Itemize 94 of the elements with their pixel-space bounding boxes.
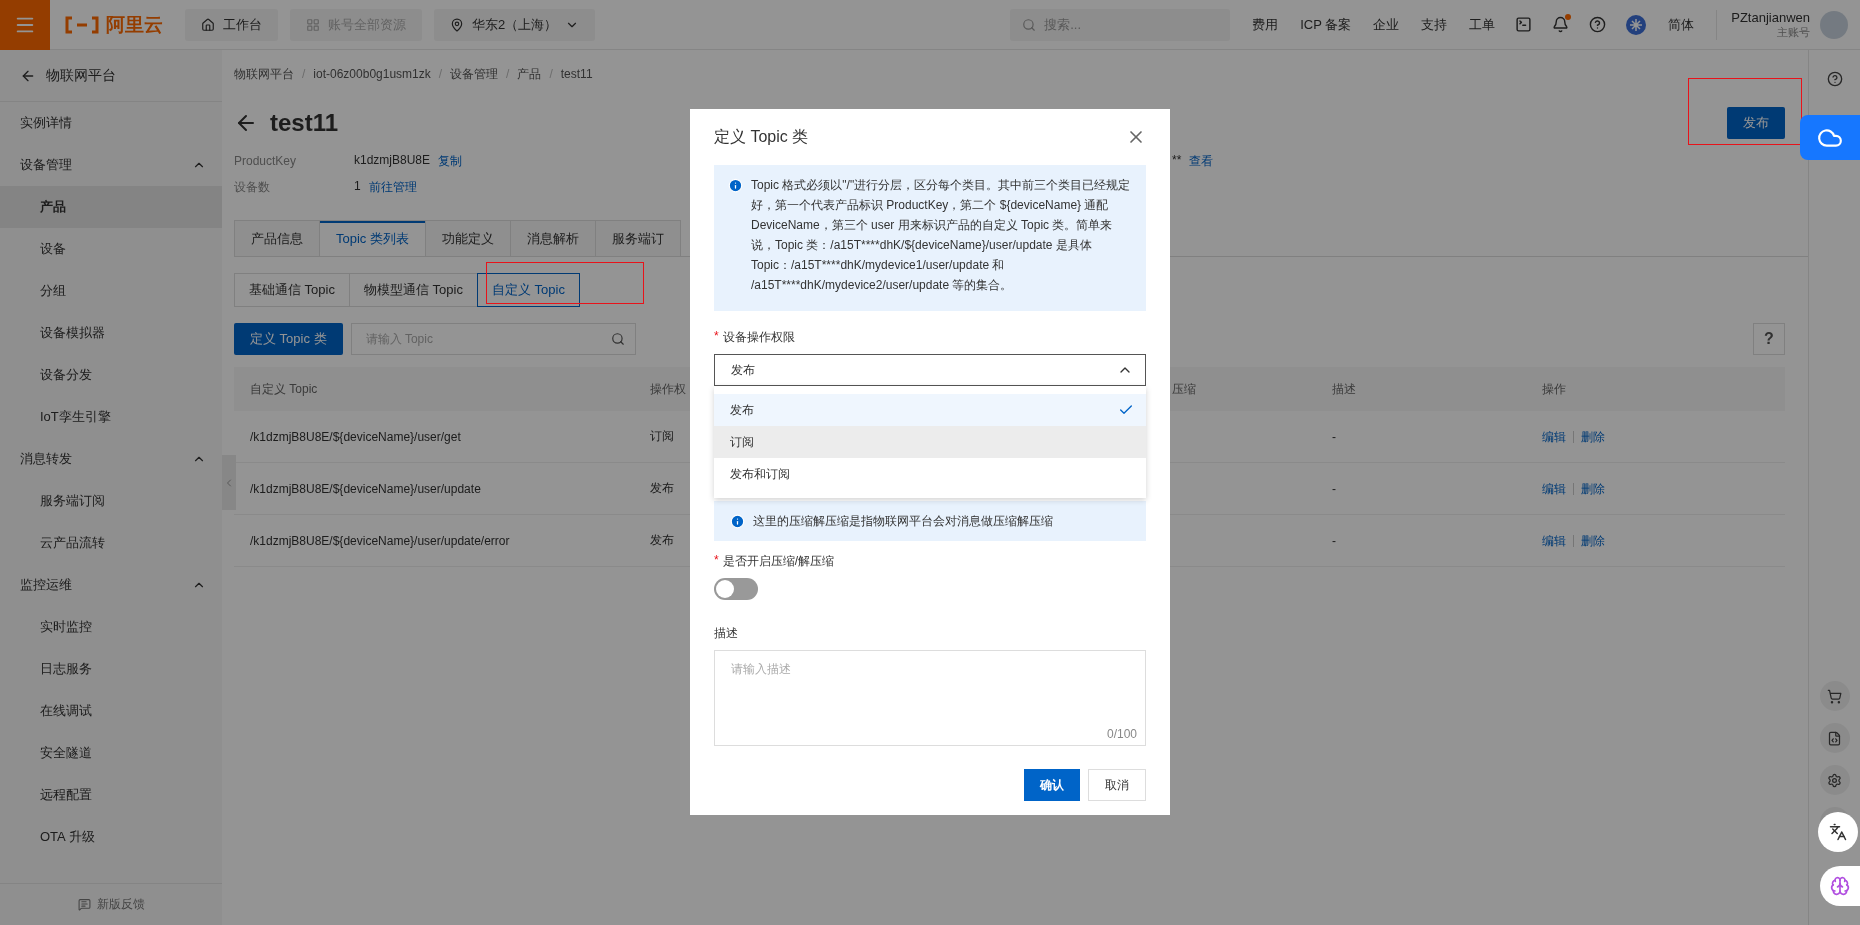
info-label: ProductKey	[234, 154, 298, 168]
sidebar-group[interactable]: 设备管理	[0, 144, 222, 186]
secret-value: **	[1172, 152, 1182, 169]
table-cell: -	[1332, 481, 1336, 496]
table-cell: /k1dzmjB8U8E/${deviceName}/user/update	[250, 481, 481, 496]
info-value: k1dzmjB8U8E	[354, 152, 431, 169]
sidebar-item[interactable]: IoT孪生引擎	[0, 396, 222, 438]
sidebar-item[interactable]: 实例详情	[0, 102, 222, 144]
sidebar-item[interactable]: 实时监控	[0, 606, 222, 648]
action-link[interactable]: 编辑	[1542, 482, 1573, 495]
info-value: 1	[354, 178, 361, 195]
sidebar-item[interactable]: 日志服务	[0, 648, 222, 690]
top-link[interactable]: 工单	[1469, 15, 1496, 34]
top-link[interactable]: ICP 备案	[1300, 15, 1352, 34]
table-cell: 订阅	[650, 428, 674, 445]
column-header: 操作	[1542, 380, 1566, 398]
workbench-button[interactable]: 工作台	[185, 8, 278, 41]
breadcrumb-separator: /	[302, 67, 306, 81]
sidebar-item[interactable]: 服务端订阅	[0, 480, 222, 522]
sidebar-item[interactable]: 远程配置	[0, 774, 222, 816]
sub-tab[interactable]: 物模型通信 Topic	[348, 273, 478, 307]
field-label: 描述	[714, 625, 738, 642]
dropdown-option[interactable]: 发布和订阅	[714, 458, 1146, 490]
breadcrumb-link[interactable]: test11	[560, 67, 593, 81]
column-header: 自定义 Topic	[250, 380, 318, 398]
tab[interactable]: 消息解析	[509, 220, 596, 256]
tab[interactable]: 功能定义	[424, 220, 511, 256]
confirm-button[interactable]: 确认	[1024, 769, 1080, 801]
info-label: 设备数	[234, 178, 271, 196]
info-link[interactable]: 复制	[438, 152, 463, 170]
table-cell: 发布	[650, 480, 674, 497]
column-header: 压缩	[1172, 380, 1196, 398]
top-link[interactable]: 支持	[1421, 15, 1448, 34]
column-header: 描述	[1332, 380, 1356, 398]
user-name[interactable]: PZtanjianwen	[1731, 9, 1810, 25]
sidebar-group[interactable]: 监控运维	[0, 564, 222, 606]
info-link[interactable]: 前往管理	[368, 178, 417, 196]
define-topic-button[interactable]: 定义 Topic 类	[234, 323, 343, 355]
dialog-title: 定义 Topic 类	[714, 126, 809, 147]
breadcrumb-separator: /	[506, 67, 510, 81]
breadcrumb-link[interactable]: 设备管理	[450, 65, 499, 83]
breadcrumb-separator: /	[438, 67, 443, 81]
sidebar-item[interactable]: 安全隧道	[0, 732, 222, 774]
back-link[interactable]: 物联网平台	[0, 50, 222, 102]
table-cell: -	[1332, 533, 1336, 548]
sidebar-item[interactable]: 设备分发	[0, 354, 222, 396]
column-header: 操作权	[650, 380, 686, 398]
language-link[interactable]: 简体	[1668, 15, 1695, 34]
breadcrumb-separator: /	[549, 67, 553, 81]
sidebar-item[interactable]: 产品	[0, 186, 222, 228]
action-link[interactable]: 删除	[1573, 534, 1612, 547]
tab[interactable]: 产品信息	[234, 220, 320, 256]
field-label: 是否开启压缩/解压缩	[722, 553, 834, 570]
sidebar-item[interactable]: 分组	[0, 270, 222, 312]
alert-text: 这里的压缩解压缩是指物联网平台会对消息做压缩解压缩	[753, 513, 1053, 530]
table-cell: /k1dzmjB8U8E/${deviceName}/user/update/error	[250, 533, 510, 548]
logo-text: 阿里云	[106, 12, 163, 37]
breadcrumb-link[interactable]: iot-06z00b0g1usm1zk	[313, 67, 431, 81]
region-dropdown[interactable]: 华东2（上海）	[434, 8, 596, 41]
feedback-link[interactable]: 新版反馈	[0, 883, 222, 925]
dropdown-option[interactable]: 订阅	[714, 426, 1146, 458]
table-cell: /k1dzmjB8U8E/${deviceName}/user/get	[250, 429, 461, 444]
dropdown-option[interactable]: 发布	[714, 394, 1146, 426]
alert-text: Topic 格式必须以"/"进行分层，区分每个类目。其中前三个类目已经规定好，第一个代表产品标识 ProductKey，第二个 ${deviceName} 通配 DeviceName，第三个 user 用来标识产品的自定义 Topic 类。简单来说，Topic 类：/a15T****dhK/${deviceName}/user/update 是具体 Topic：/a15T****dhK/mydevice1/user/update 和 /a15T****dhK/mydevice2/user/update 等的集合。	[751, 177, 1132, 294]
view-link[interactable]: 查看	[1189, 152, 1214, 170]
help-button[interactable]: ?	[1753, 323, 1785, 355]
cancel-button[interactable]: 取消	[1088, 769, 1146, 801]
page-title: test11	[270, 109, 339, 137]
sidebar-item[interactable]: OTA 升级	[0, 816, 222, 858]
sidebar-item[interactable]: 设备	[0, 228, 222, 270]
breadcrumb-link[interactable]: 产品	[517, 65, 542, 83]
table-cell: 发布	[650, 532, 674, 549]
sidebar-group[interactable]: 消息转发	[0, 438, 222, 480]
publish-button[interactable]: 发布	[1727, 107, 1785, 139]
top-link[interactable]: 费用	[1252, 15, 1279, 34]
top-link[interactable]: 企业	[1373, 15, 1400, 34]
field-label: 设备操作权限	[722, 329, 795, 346]
permission-select[interactable]: 发布	[714, 354, 1146, 386]
character-counter: 0/100	[1106, 727, 1137, 741]
sub-tab[interactable]: 自定义 Topic	[476, 273, 580, 307]
sidebar-item[interactable]: 云产品流转	[0, 522, 222, 564]
sidebar-item[interactable]: 设备模拟器	[0, 312, 222, 354]
breadcrumb-link[interactable]: 物联网平台	[234, 65, 294, 83]
action-link[interactable]: 编辑	[1542, 534, 1573, 547]
required-mark: *	[714, 329, 719, 345]
action-link[interactable]: 编辑	[1542, 430, 1573, 443]
tab[interactable]: 服务端订	[594, 220, 681, 256]
action-link[interactable]: 删除	[1573, 430, 1612, 443]
required-mark: *	[714, 553, 719, 569]
sub-tab[interactable]: 基础通信 Topic	[234, 273, 350, 307]
description-field[interactable]: 请输入描述 0/100	[714, 650, 1146, 746]
action-link[interactable]: 删除	[1573, 482, 1612, 495]
table-cell: -	[1332, 429, 1336, 444]
sidebar-item[interactable]: 在线调试	[0, 690, 222, 732]
